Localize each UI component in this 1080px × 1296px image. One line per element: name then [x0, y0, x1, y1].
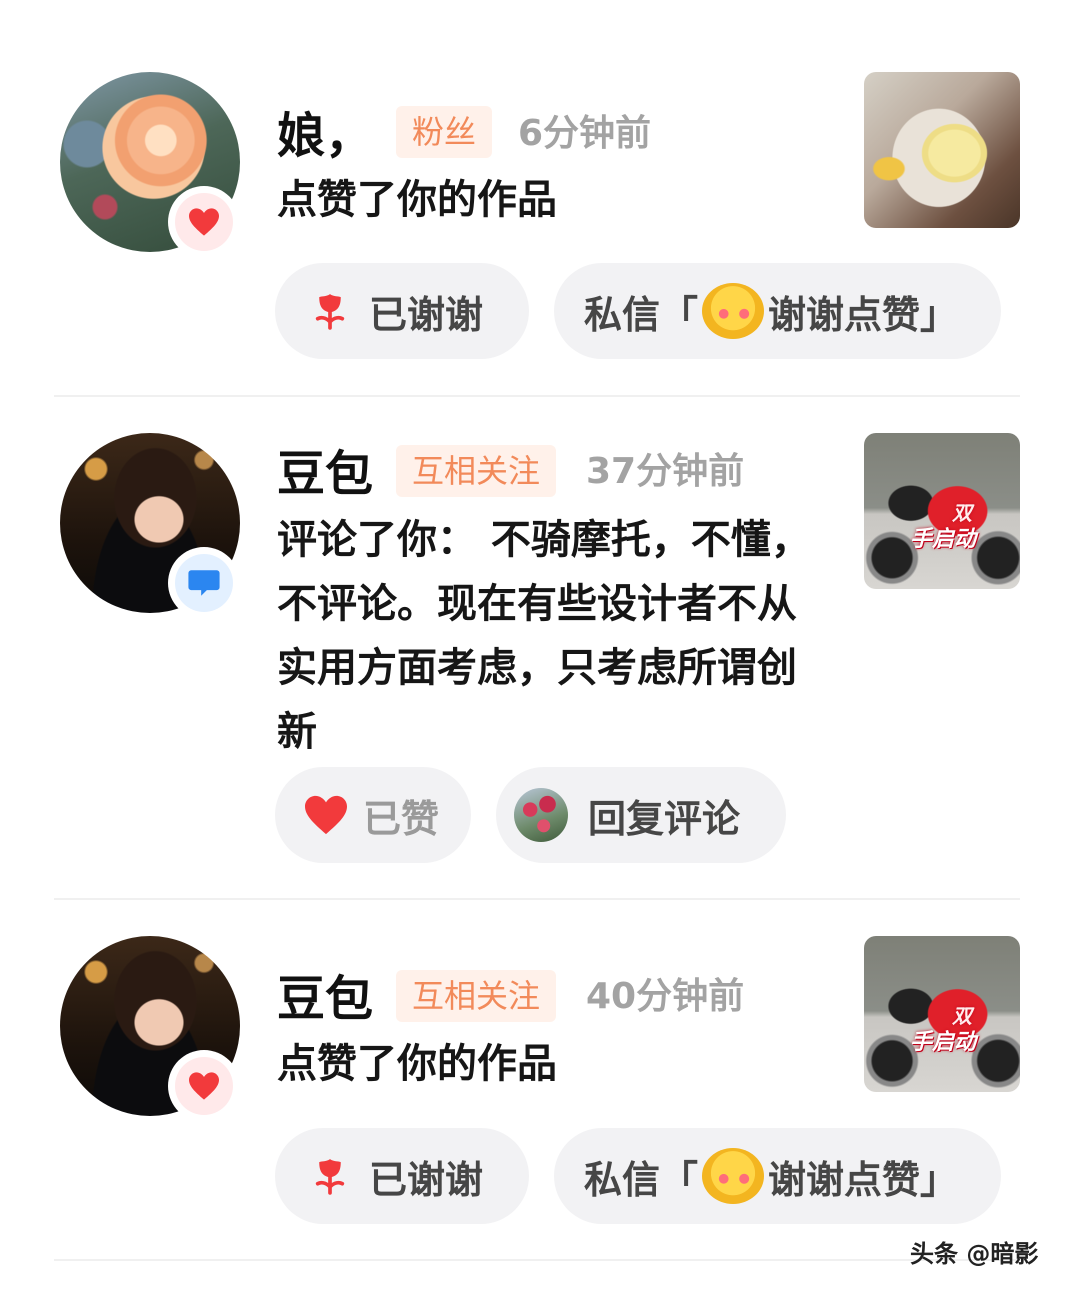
- blush-emoji-icon: [702, 1148, 765, 1204]
- like-badge: [168, 186, 240, 258]
- post-thumbnail[interactable]: [864, 72, 1020, 228]
- relation-tag: 互相关注: [396, 970, 557, 1022]
- dm-prefix-label: 私信「: [584, 292, 699, 337]
- user-name[interactable]: 豆包: [277, 446, 373, 502]
- watermark: 头条 @暗影: [910, 1240, 1039, 1268]
- thanked-button[interactable]: 已谢谢: [275, 263, 529, 359]
- user-name[interactable]: 豆包: [277, 971, 373, 1027]
- dm-text-label: 谢谢点赞」: [768, 1157, 959, 1202]
- like-badge: [168, 1050, 240, 1122]
- liked-button[interactable]: 已赞: [275, 767, 471, 863]
- post-thumbnail[interactable]: 双 手启动: [864, 936, 1020, 1092]
- relation-tag: 互相关注: [396, 445, 557, 497]
- liked-label: 已赞: [363, 796, 440, 841]
- divider: [54, 1259, 1020, 1261]
- my-avatar-icon: [514, 788, 568, 842]
- heart-icon: [189, 208, 219, 236]
- timestamp: 37分钟前: [586, 451, 745, 492]
- dm-thanks-button[interactable]: 私信「 谢谢点赞」: [554, 263, 1001, 359]
- dm-text-label: 谢谢点赞」: [768, 292, 959, 337]
- user-name[interactable]: 娘，: [277, 108, 373, 164]
- comment-badge: [168, 547, 240, 619]
- thanked-label: 已谢谢: [369, 292, 484, 337]
- divider: [54, 898, 1020, 900]
- post-thumbnail[interactable]: 双 手启动: [864, 433, 1020, 589]
- dm-thanks-button[interactable]: 私信「 谢谢点赞」: [554, 1128, 1001, 1224]
- thanked-button[interactable]: 已谢谢: [275, 1128, 529, 1224]
- comment-text: 评论了你： 不骑摩托，不懂，不评论。现在有些设计者不从实用方面考虑，只考虑所谓创…: [277, 517, 811, 755]
- action-text: 点赞了你的作品: [277, 177, 557, 223]
- timestamp: 40分钟前: [586, 976, 745, 1017]
- thumb-caption: 手启动: [910, 527, 977, 552]
- timestamp: 6分钟前: [518, 113, 652, 154]
- divider: [54, 395, 1020, 397]
- reply-comment-button[interactable]: 回复评论: [496, 767, 786, 863]
- reply-label: 回复评论: [588, 796, 741, 841]
- action-text: 点赞了你的作品: [277, 1041, 557, 1087]
- thumb-caption: 手启动: [910, 1030, 977, 1055]
- dm-prefix-label: 私信「: [584, 1157, 699, 1202]
- blush-emoji-icon: [702, 283, 765, 339]
- tulip-icon: [311, 1156, 349, 1196]
- heart-icon: [189, 1072, 219, 1100]
- comment-icon: [188, 570, 220, 596]
- tulip-icon: [311, 291, 349, 331]
- heart-icon: [303, 794, 349, 836]
- relation-tag: 粉丝: [396, 106, 493, 158]
- thanked-label: 已谢谢: [369, 1157, 484, 1202]
